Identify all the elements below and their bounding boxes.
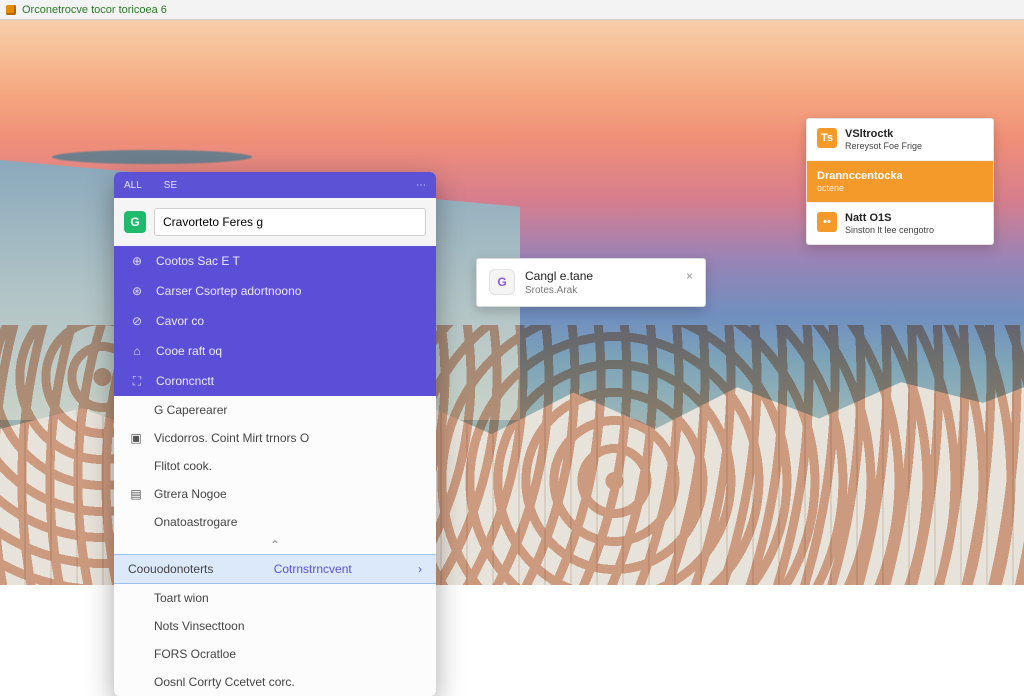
- menu-item[interactable]: ▤ Gtrera Nogoe: [114, 480, 436, 508]
- menu-item-label: FORS Ocratloe: [154, 647, 236, 661]
- notification-subtitle: Sinston lt lee cengotro: [845, 225, 934, 235]
- menu-item[interactable]: ⊕ Cootos Sac E T: [114, 246, 436, 276]
- notification-body: Drannccentocka octene: [817, 170, 903, 193]
- notification-subtitle: Srotes.Arak: [525, 285, 593, 296]
- app-icon: G: [489, 269, 515, 295]
- menu-item-label: Cooe raft oq: [156, 344, 222, 358]
- window-title: Orconetrocve tocor toricoea 6: [22, 4, 167, 16]
- close-icon[interactable]: ×: [686, 269, 693, 283]
- notification-subtitle: octene: [817, 183, 903, 193]
- home-icon: ⌂: [130, 344, 144, 358]
- search-badge-icon: G: [124, 211, 146, 233]
- menu-item[interactable]: ⊘ Cavor co: [114, 306, 436, 336]
- menu-item-shortcut: Cotrnstrncvent: [274, 562, 352, 576]
- menu-item-label: Flitot cook.: [154, 459, 212, 473]
- notification-card[interactable]: G Cangl e.tane Srotes.Arak ×: [476, 258, 706, 307]
- menu-item-label: Nots Vinsecttoon: [154, 619, 245, 633]
- menu-item-label: Gtrera Nogoe: [154, 487, 227, 501]
- list-icon: ▤: [128, 487, 144, 501]
- menu-item-label: Cootos Sac E T: [156, 254, 240, 268]
- notification-item[interactable]: Ts VSltroctk Rereysot Foe Frige: [807, 119, 993, 160]
- menu-item-label: Oosnl Corrty Ccetvet corc.: [154, 675, 295, 689]
- circle-plus-icon: ⊕: [130, 254, 144, 268]
- menu-item-label: Carser Csortep adortnoono: [156, 284, 301, 298]
- menu-item[interactable]: ⊛ Carser Csortep adortnoono: [114, 276, 436, 306]
- notification-title: Cangl e.tane: [525, 269, 593, 283]
- notification-body: Natt O1S Sinston lt lee cengotro: [845, 212, 934, 235]
- menu-header-left[interactable]: ALL: [124, 180, 142, 191]
- menu-item-label: Toart wion: [154, 591, 209, 605]
- wallpaper-island: [52, 150, 252, 164]
- menu-item-label: Cavor co: [156, 314, 204, 328]
- menu-item[interactable]: FORS Ocratloe: [114, 640, 436, 668]
- notification-item-accent[interactable]: Drannccentocka octene: [807, 160, 993, 202]
- menu-item-highlighted[interactable]: Coouodonoterts Cotrnstrncvent ›: [114, 554, 436, 584]
- menu-item[interactable]: Onatoastrogare: [114, 508, 436, 536]
- circle-dot-icon: ⊛: [130, 284, 144, 298]
- notification-title: Drannccentocka: [817, 170, 903, 182]
- menu-header-right[interactable]: ⋯: [416, 180, 426, 191]
- menu-item-label: Coouodonoterts: [128, 562, 213, 576]
- notification-subtitle: Rereysot Foe Frige: [845, 141, 922, 151]
- menu-item-label: Vicdorros. Coint Mirt trnors O: [154, 431, 309, 445]
- notification-title: Natt O1S: [845, 212, 934, 224]
- notification-stack: Ts VSltroctk Rereysot Foe Frige Dranncce…: [806, 118, 994, 245]
- menu-search-row: G: [114, 198, 436, 246]
- menu-header-mid[interactable]: SE: [164, 180, 177, 191]
- circle-slash-icon: ⊘: [130, 314, 144, 328]
- menu-item[interactable]: Oosnl Corrty Ccetvet corc.: [114, 668, 436, 696]
- menu-item[interactable]: ▣ Vicdorros. Coint Mirt trnors O: [114, 424, 436, 452]
- window-icon: [6, 5, 16, 15]
- search-input[interactable]: [154, 208, 426, 236]
- notification-body: VSltroctk Rereysot Foe Frige: [845, 128, 922, 151]
- menu-item-label: Coroncnctt: [156, 374, 214, 388]
- menu-collapse-up[interactable]: ⌃: [114, 536, 436, 554]
- app-icon: ••: [817, 212, 837, 232]
- chevron-right-icon: ›: [418, 562, 422, 576]
- expand-icon: ⛶: [130, 374, 144, 389]
- app-icon: Ts: [817, 128, 837, 148]
- notification-title: VSltroctk: [845, 128, 922, 140]
- menu-item[interactable]: G Caperearer: [114, 396, 436, 424]
- start-menu[interactable]: ALL SE ⋯ G ⊕ Cootos Sac E T ⊛ Carser Cso…: [114, 172, 436, 696]
- menu-item-label: Onatoastrogare: [154, 515, 237, 529]
- menu-item[interactable]: Flitot cook.: [114, 452, 436, 480]
- square-icon: ▣: [128, 431, 144, 445]
- menu-header: ALL SE ⋯: [114, 172, 436, 198]
- menu-item[interactable]: ⛶ Coroncnctt: [114, 366, 436, 396]
- menu-item[interactable]: ⌂ Cooe raft oq: [114, 336, 436, 366]
- menu-item-label: G Caperearer: [154, 403, 227, 417]
- chevron-up-icon: ⌃: [270, 538, 280, 552]
- window-titlebar: Orconetrocve tocor toricoea 6: [0, 0, 1024, 20]
- menu-item[interactable]: Nots Vinsecttoon: [114, 612, 436, 640]
- notification-item[interactable]: •• Natt O1S Sinston lt lee cengotro: [807, 202, 993, 244]
- notification-body: Cangl e.tane Srotes.Arak: [525, 269, 593, 296]
- menu-item[interactable]: Toart wion: [114, 584, 436, 612]
